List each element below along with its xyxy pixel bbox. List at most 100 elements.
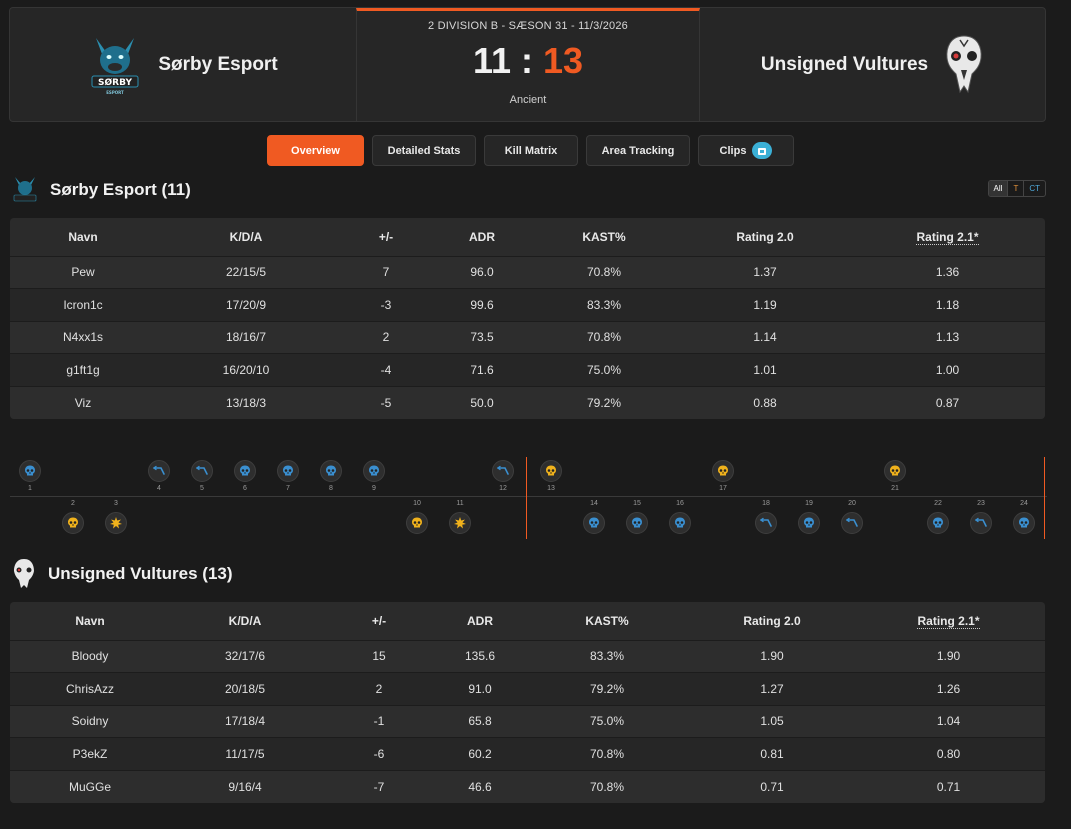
- away-score: 13: [543, 40, 584, 81]
- round-number: 17: [719, 485, 727, 492]
- col-kda[interactable]: K/D/A: [156, 218, 336, 256]
- col-rating21[interactable]: Rating 2.1*: [852, 602, 1045, 640]
- table-row[interactable]: ChrisAzz 20/18/5 2 91.0 79.2% 1.27 1.26: [10, 672, 1045, 706]
- round-5-defuse-icon[interactable]: [191, 460, 213, 482]
- player-name-cell[interactable]: g1ft1g: [10, 353, 156, 387]
- filter-t[interactable]: T: [1007, 181, 1023, 196]
- adr-cell: 60.2: [438, 737, 522, 771]
- player-name-cell[interactable]: Bloody: [10, 639, 170, 673]
- round-10-skull-icon[interactable]: [406, 512, 428, 534]
- map-name: Ancient: [509, 94, 547, 106]
- table-row[interactable]: P3ekZ 11/17/5 -6 60.2 70.8% 0.81 0.80: [10, 737, 1045, 771]
- col-plusminus[interactable]: +/-: [336, 218, 436, 256]
- round-18-defuse-icon[interactable]: [755, 512, 777, 534]
- logo-subtext: ESPORT: [107, 90, 125, 95]
- plus-minus-cell: -5: [336, 385, 436, 419]
- col-kda[interactable]: K/D/A: [170, 602, 320, 640]
- col-rating20[interactable]: Rating 2.0: [680, 218, 850, 256]
- round-2-skull-icon[interactable]: [62, 512, 84, 534]
- kast-cell: 75.0%: [528, 353, 680, 387]
- tab-overview[interactable]: Overview: [267, 135, 364, 166]
- table-row[interactable]: N4xx1s 18/16/7 2 73.5 70.8% 1.14 1.13: [10, 320, 1045, 354]
- player-name-cell[interactable]: MuGGe: [10, 769, 170, 803]
- team2-stats-table: Navn K/D/A +/- ADR KAST% Rating 2.0 Rati…: [10, 602, 1045, 803]
- col-kast[interactable]: KAST%: [528, 218, 680, 256]
- player-name-cell[interactable]: P3ekZ: [10, 737, 170, 771]
- rating-21-cell: 1.13: [850, 320, 1045, 354]
- round-number: 1: [28, 485, 32, 492]
- rating-21-cell: 1.90: [852, 639, 1045, 673]
- round-16-skull-icon[interactable]: [669, 512, 691, 534]
- round-22-skull-icon[interactable]: [927, 512, 949, 534]
- round-number: 9: [372, 485, 376, 492]
- col-adr[interactable]: ADR: [438, 602, 522, 640]
- rating-20-cell: 1.90: [692, 639, 852, 673]
- round-20-defuse-icon[interactable]: [841, 512, 863, 534]
- col-rating20[interactable]: Rating 2.0: [692, 602, 852, 640]
- rating-21-cell: 1.18: [850, 288, 1045, 322]
- kda-cell: 16/20/10: [156, 353, 336, 387]
- round-21-skull-icon[interactable]: [884, 460, 906, 482]
- player-name-cell[interactable]: ChrisAzz: [10, 672, 170, 706]
- player-name-cell[interactable]: Viz: [10, 385, 156, 419]
- round-6-skull-icon[interactable]: [234, 460, 256, 482]
- round-13-skull-icon[interactable]: [540, 460, 562, 482]
- tab-kill-matrix[interactable]: Kill Matrix: [484, 135, 578, 166]
- rating-20-cell: 1.01: [680, 353, 850, 387]
- round-8-skull-icon[interactable]: [320, 460, 342, 482]
- table-row[interactable]: Viz 13/18/3 -5 50.0 79.2% 0.88 0.87: [10, 385, 1045, 419]
- table-row[interactable]: Soidny 17/18/4 -1 65.8 75.0% 1.05 1.04: [10, 704, 1045, 738]
- round-14-skull-icon[interactable]: [583, 512, 605, 534]
- team2-title: Unsigned Vultures (13): [48, 564, 233, 583]
- team1-stats-table: Navn K/D/A +/- ADR KAST% Rating 2.0 Rati…: [10, 218, 1045, 419]
- rating-20-cell: 1.14: [680, 320, 850, 354]
- round-9-skull-icon[interactable]: [363, 460, 385, 482]
- round-19-skull-icon[interactable]: [798, 512, 820, 534]
- col-rating21[interactable]: Rating 2.1*: [850, 218, 1045, 256]
- round-11-bomb-icon[interactable]: [449, 512, 471, 534]
- col-kast[interactable]: KAST%: [522, 602, 692, 640]
- team1-title: Sørby Esport (11): [50, 180, 191, 199]
- player-name-cell[interactable]: Pew: [10, 255, 156, 289]
- rating-20-cell: 0.81: [692, 737, 852, 771]
- filter-all[interactable]: All: [988, 181, 1008, 196]
- player-name-cell[interactable]: Soidny: [10, 704, 170, 738]
- table-header-row: Navn K/D/A +/- ADR KAST% Rating 2.0 Rati…: [10, 218, 1045, 256]
- table-row[interactable]: g1ft1g 16/20/10 -4 71.6 75.0% 1.01 1.00: [10, 353, 1045, 387]
- plus-minus-cell: -6: [320, 737, 438, 771]
- home-team[interactable]: SØRBY ESPORT Sørby Esport: [10, 8, 356, 121]
- col-name[interactable]: Navn: [10, 602, 170, 640]
- kda-cell: 17/20/9: [156, 288, 336, 322]
- round-15-skull-icon[interactable]: [626, 512, 648, 534]
- table-row[interactable]: MuGGe 9/16/4 -7 46.6 70.8% 0.71 0.71: [10, 769, 1045, 803]
- tab-detailed-stats[interactable]: Detailed Stats: [372, 135, 476, 166]
- round-7-skull-icon[interactable]: [277, 460, 299, 482]
- adr-cell: 135.6: [438, 639, 522, 673]
- round-4-defuse-icon[interactable]: [148, 460, 170, 482]
- player-name-cell[interactable]: N4xx1s: [10, 320, 156, 354]
- table-row[interactable]: Bloody 32/17/6 15 135.6 83.3% 1.90 1.90: [10, 639, 1045, 673]
- round-1-skull-icon[interactable]: [19, 460, 41, 482]
- timeline-divider: [10, 496, 1047, 497]
- tab-clips[interactable]: Clips: [698, 135, 794, 166]
- rating-21-cell: 1.26: [852, 672, 1045, 706]
- away-team[interactable]: Unsigned Vultures: [700, 8, 1045, 121]
- kda-cell: 18/16/7: [156, 320, 336, 354]
- round-17-skull-icon[interactable]: [712, 460, 734, 482]
- round-24-skull-icon[interactable]: [1013, 512, 1035, 534]
- table-row[interactable]: Icron1c 17/20/9 -3 99.6 83.3% 1.19 1.18: [10, 288, 1045, 322]
- tab-area-tracking[interactable]: Area Tracking: [586, 135, 690, 166]
- match-info: 2 DIVISION B - SÆSON 31 - 11/3/2026: [428, 20, 628, 32]
- round-23-defuse-icon[interactable]: [970, 512, 992, 534]
- col-adr[interactable]: ADR: [436, 218, 528, 256]
- table-row[interactable]: Pew 22/15/5 7 96.0 70.8% 1.37 1.36: [10, 255, 1045, 289]
- player-name-cell[interactable]: Icron1c: [10, 288, 156, 322]
- round-12-defuse-icon[interactable]: [492, 460, 514, 482]
- rating-20-cell: 1.19: [680, 288, 850, 322]
- round-timeline: 1 2 3 4 5 6 7 8 9 10 11 12 13 14 15 16 17 18 19 20 21 22 23 24: [10, 449, 1047, 541]
- col-plusminus[interactable]: +/-: [320, 602, 438, 640]
- rating-20-cell: 0.71: [692, 769, 852, 803]
- col-name[interactable]: Navn: [10, 218, 156, 256]
- round-3-bomb-icon[interactable]: [105, 512, 127, 534]
- filter-ct[interactable]: CT: [1023, 181, 1045, 196]
